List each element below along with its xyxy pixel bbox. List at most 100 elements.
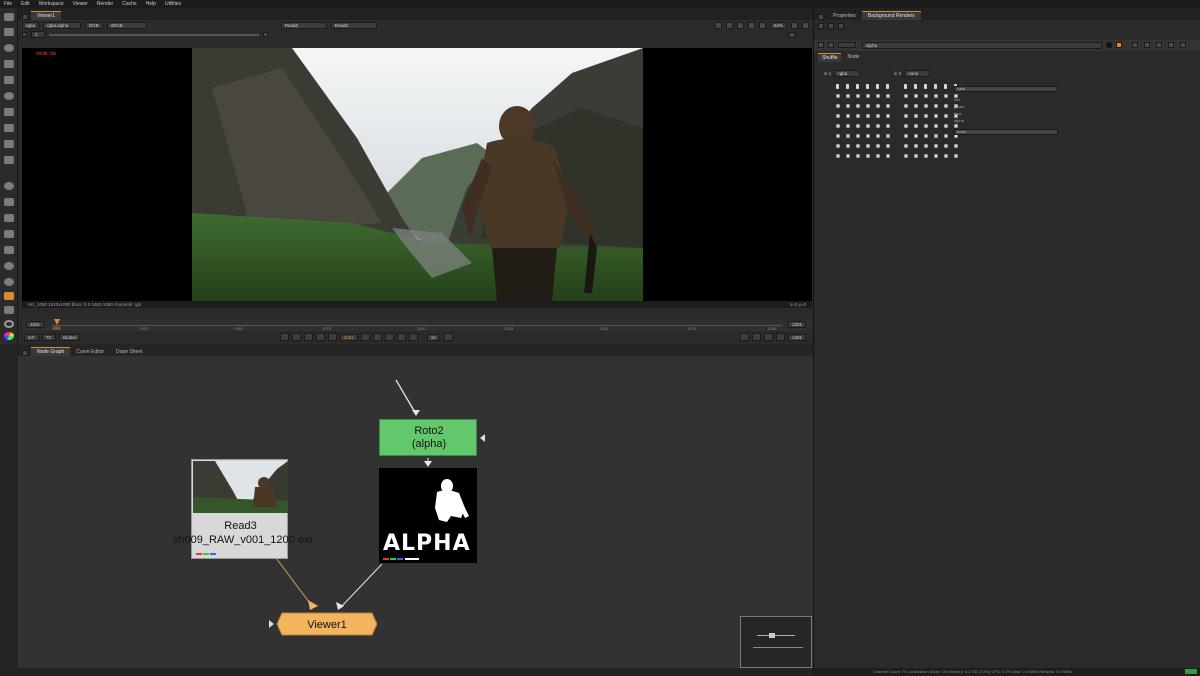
shuffle-checkbox[interactable] bbox=[924, 134, 928, 138]
shuffle-checkbox[interactable] bbox=[904, 114, 908, 118]
shuffle-checkbox[interactable] bbox=[846, 154, 850, 158]
shuffle-checkbox[interactable] bbox=[846, 114, 850, 118]
colorspace-select[interactable]: RGB bbox=[85, 21, 103, 29]
shuffle-checkbox[interactable] bbox=[866, 104, 870, 108]
clear-icon[interactable] bbox=[828, 23, 834, 29]
shuffle-checkbox[interactable] bbox=[876, 114, 880, 118]
step-back-button[interactable] bbox=[327, 333, 337, 341]
shuffle-checkbox[interactable] bbox=[846, 124, 850, 128]
shuffle-checkbox[interactable] bbox=[876, 144, 880, 148]
shuffle-checkbox[interactable] bbox=[944, 114, 948, 118]
shuffle-checkbox[interactable] bbox=[924, 154, 928, 158]
channel-select[interactable]: rgba.alpha bbox=[43, 21, 82, 29]
shuffle-checkbox[interactable] bbox=[846, 144, 850, 148]
toolsets-icon[interactable] bbox=[4, 246, 14, 254]
tab-viewer1[interactable]: Viewer1 bbox=[31, 11, 61, 20]
node-name-field[interactable]: alpha bbox=[862, 42, 1102, 49]
loop-mode-button[interactable] bbox=[443, 333, 453, 341]
image-icon[interactable] bbox=[4, 13, 14, 21]
shuffle-checkbox[interactable] bbox=[836, 124, 840, 128]
shuffle-checkbox[interactable] bbox=[934, 124, 938, 128]
shuffle-checkbox[interactable] bbox=[934, 94, 938, 98]
end-frame-playback-field[interactable]: 1201 bbox=[787, 333, 806, 341]
shuffle-checkbox[interactable] bbox=[866, 94, 870, 98]
input-a-select[interactable]: Read3 bbox=[280, 21, 327, 29]
tab-background-renders[interactable]: Background Renders bbox=[861, 11, 921, 20]
shuffle-checkbox[interactable] bbox=[904, 154, 908, 158]
step-forward-button[interactable] bbox=[360, 333, 370, 341]
time-icon[interactable] bbox=[4, 44, 14, 52]
shuffle-checkbox[interactable] bbox=[944, 104, 948, 108]
shuffle-checkbox[interactable] bbox=[866, 124, 870, 128]
collapse-icon[interactable] bbox=[818, 42, 824, 48]
shuffle-checkbox[interactable] bbox=[846, 94, 850, 98]
viewer-lock-icon[interactable] bbox=[802, 21, 809, 29]
shuffle-checkbox[interactable] bbox=[904, 104, 908, 108]
menu-utilities[interactable]: Utilities bbox=[165, 1, 181, 7]
particles-icon[interactable] bbox=[4, 214, 14, 222]
viewer-settings-icon[interactable] bbox=[791, 21, 798, 29]
channel-icon[interactable] bbox=[4, 60, 14, 68]
overlay-icon[interactable] bbox=[736, 21, 744, 29]
shuffle-checkbox[interactable] bbox=[886, 104, 890, 108]
shuffle-checkbox[interactable] bbox=[856, 144, 860, 148]
frame-field[interactable]: 1001 bbox=[339, 333, 358, 341]
other-icon[interactable] bbox=[4, 262, 14, 270]
shuffle-checkbox[interactable] bbox=[934, 154, 938, 158]
shuffle-checkbox[interactable] bbox=[914, 114, 918, 118]
shuffle-checkbox[interactable] bbox=[924, 124, 928, 128]
proxy-button[interactable] bbox=[739, 333, 749, 341]
menu-workspace[interactable]: Workspace bbox=[39, 1, 64, 7]
float-panel-icon[interactable] bbox=[1156, 42, 1162, 48]
shuffle-checkbox[interactable] bbox=[954, 124, 958, 128]
furnace-icon[interactable] bbox=[4, 278, 14, 286]
node-graph-pane[interactable]: Node Graph Curve Editor Dope Sheet Roto2… bbox=[18, 344, 813, 668]
shuffle-checkbox[interactable] bbox=[856, 154, 860, 158]
plugin-icon[interactable] bbox=[4, 306, 14, 314]
shuffle-checkbox[interactable] bbox=[914, 154, 918, 158]
shuffle-checkbox[interactable] bbox=[856, 94, 860, 98]
in1-select[interactable]: rgba bbox=[834, 70, 861, 77]
shuffle-checkbox[interactable] bbox=[876, 124, 880, 128]
shuffle-checkbox[interactable] bbox=[924, 104, 928, 108]
shuffle-checkbox[interactable] bbox=[886, 144, 890, 148]
menu-help[interactable]: Help bbox=[146, 1, 156, 7]
shuffle-checkbox[interactable] bbox=[886, 134, 890, 138]
shuffle-checkbox[interactable] bbox=[934, 104, 938, 108]
graph-navigator[interactable] bbox=[740, 616, 812, 668]
deep-icon[interactable] bbox=[4, 230, 14, 238]
shuffle-checkbox[interactable] bbox=[836, 114, 840, 118]
shuffle-checkbox[interactable] bbox=[934, 144, 938, 148]
color-icon[interactable] bbox=[4, 76, 14, 84]
shuffle-checkbox[interactable] bbox=[876, 134, 880, 138]
shuffle-checkbox[interactable] bbox=[836, 144, 840, 148]
menu-edit[interactable]: Edit bbox=[21, 1, 30, 7]
timeline[interactable]: 1001 1201 1001 1025 1051 1075 1100 1125 … bbox=[22, 319, 812, 331]
shuffle-checkbox[interactable] bbox=[944, 144, 948, 148]
draw-icon[interactable] bbox=[4, 28, 14, 36]
node-color-icon[interactable] bbox=[1106, 42, 1112, 48]
float-icon[interactable] bbox=[828, 42, 834, 48]
out1-select[interactable]: rgba bbox=[954, 86, 1058, 92]
viewer1-input-arrow[interactable] bbox=[269, 620, 274, 628]
menu-cache[interactable]: Cache bbox=[122, 1, 136, 7]
shuffle-checkbox[interactable] bbox=[914, 144, 918, 148]
ofx-icon[interactable] bbox=[4, 292, 14, 300]
shuffle-checkbox[interactable] bbox=[836, 154, 840, 158]
shuffle-checkbox[interactable] bbox=[836, 134, 840, 138]
next-frame-button[interactable] bbox=[384, 333, 394, 341]
shuffle-checkbox[interactable] bbox=[944, 94, 948, 98]
range-mode-select[interactable]: Global bbox=[58, 333, 80, 341]
layer-select[interactable]: rgba bbox=[22, 21, 40, 29]
shuffle-checkbox[interactable] bbox=[914, 104, 918, 108]
shuffle-checkbox[interactable] bbox=[856, 104, 860, 108]
gain-icon[interactable] bbox=[22, 32, 27, 37]
start-frame-field[interactable]: 1001 bbox=[26, 321, 45, 328]
timecode-mode[interactable]: TC bbox=[41, 333, 56, 341]
end-frame-field[interactable]: 1201 bbox=[787, 321, 806, 328]
prev-frame-button[interactable] bbox=[303, 333, 313, 341]
transform-icon[interactable] bbox=[4, 140, 14, 148]
shuffle-checkbox[interactable] bbox=[876, 154, 880, 158]
close-panel-icon[interactable] bbox=[1180, 42, 1186, 48]
pane-menu-icon[interactable] bbox=[818, 14, 824, 20]
